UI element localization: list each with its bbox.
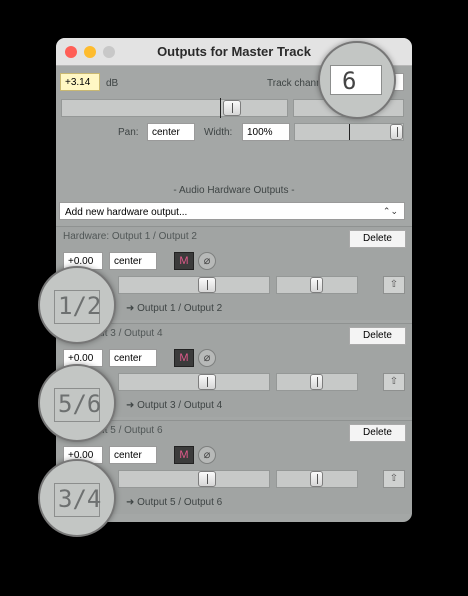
mute-button[interactable]: M <box>174 446 194 464</box>
output-header: Hardware: Output 1 / Output 2 <box>63 231 197 242</box>
track-channel-mag-value: 6 <box>342 67 357 95</box>
pan-field[interactable]: center <box>147 123 195 141</box>
channel-magnifier: 1/2 <box>38 266 116 344</box>
pan-label: Pan: <box>118 127 139 138</box>
channel-mag-value: 3/4 <box>58 485 102 513</box>
delete-button[interactable]: Delete <box>349 424 406 442</box>
output-gain-handle[interactable] <box>198 374 216 390</box>
move-up-icon[interactable]: ⇧ <box>383 470 405 488</box>
output-gain-slider[interactable] <box>118 373 270 391</box>
delete-button[interactable]: Delete <box>349 327 406 345</box>
output-gain-handle[interactable] <box>198 277 216 293</box>
output-pan-handle[interactable] <box>310 277 323 293</box>
add-output-label: Add new hardware output... <box>65 207 188 218</box>
phase-invert-icon[interactable]: ⌀ <box>198 252 216 270</box>
channel-magnifier: 5/6 <box>38 364 116 442</box>
delete-button[interactable]: Delete <box>349 230 406 248</box>
master-gain-slider[interactable] <box>61 99 288 117</box>
output-route: ➜ Output 5 / Output 6 <box>126 497 223 508</box>
add-hardware-output-dropdown[interactable]: Add new hardware output... ⌃⌄ <box>59 202 405 220</box>
master-gain-handle[interactable] <box>223 100 241 116</box>
output-gain-slider[interactable] <box>118 276 270 294</box>
output-gain-slider[interactable] <box>118 470 270 488</box>
pan-handle[interactable] <box>390 124 403 140</box>
channel-mag-value: 5/6 <box>58 390 102 418</box>
output-pan-field[interactable]: center <box>109 349 157 367</box>
width-field[interactable]: 100% <box>242 123 290 141</box>
move-up-icon[interactable]: ⇧ <box>383 373 405 391</box>
unity-marker <box>220 98 221 118</box>
phase-invert-icon[interactable]: ⌀ <box>198 446 216 464</box>
channel-magnifier: 3/4 <box>38 459 116 537</box>
output-pan-field[interactable]: center <box>109 446 157 464</box>
width-label: Width: <box>204 127 233 138</box>
track-channel-magnifier: 6 <box>318 41 396 119</box>
mute-button[interactable]: M <box>174 252 194 270</box>
hardware-outputs-header: - Audio Hardware Outputs - <box>173 185 295 196</box>
mute-button[interactable]: M <box>174 349 194 367</box>
output-pan-handle[interactable] <box>310 471 323 487</box>
output-route: ➜ Output 1 / Output 2 <box>126 303 223 314</box>
output-gain-handle[interactable] <box>198 471 216 487</box>
output-route: ➜ Output 3 / Output 4 <box>126 400 223 411</box>
output-pan-field[interactable]: center <box>109 252 157 270</box>
gain-field[interactable]: +3.14 <box>60 73 100 91</box>
move-up-icon[interactable]: ⇧ <box>383 276 405 294</box>
channel-mag-value: 1/2 <box>58 292 102 320</box>
chevron-updown-icon: ⌃⌄ <box>382 206 398 216</box>
phase-invert-icon[interactable]: ⌀ <box>198 349 216 367</box>
output-pan-handle[interactable] <box>310 374 323 390</box>
pan-center-marker <box>349 124 350 140</box>
gain-unit-label: dB <box>106 78 119 89</box>
